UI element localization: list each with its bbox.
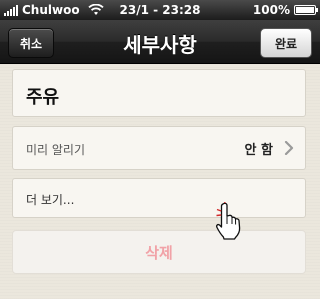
navigation-bar: 취소 세부사항 완료 [0,20,320,64]
delete-button[interactable]: 삭제 [12,230,306,274]
item-title-text: 주유 [26,87,60,108]
status-right: 100% [252,3,318,17]
hand-pointer-icon [216,202,241,240]
detail-content: 주유 미리 알리기 안 함 더 보기... 삭제 [0,64,320,299]
chevron-right-icon [284,141,294,155]
reminder-label: 미리 알리기 [26,143,86,157]
page-title: 세부사항 [123,33,197,57]
status-bar: Chulwoo 23/1 - 23:28 100% [0,0,320,20]
cancel-button[interactable]: 취소 [8,28,54,58]
battery-percent: 100% [252,3,290,17]
battery-icon [294,5,318,15]
reminder-value: 안 함 [244,143,273,158]
more-row[interactable]: 더 보기... [12,178,306,218]
done-button[interactable]: 완료 [260,28,312,58]
more-label: 더 보기... [26,193,75,207]
reminder-row[interactable]: 미리 알리기 안 함 [12,126,306,170]
item-title-field[interactable]: 주유 [12,69,306,117]
